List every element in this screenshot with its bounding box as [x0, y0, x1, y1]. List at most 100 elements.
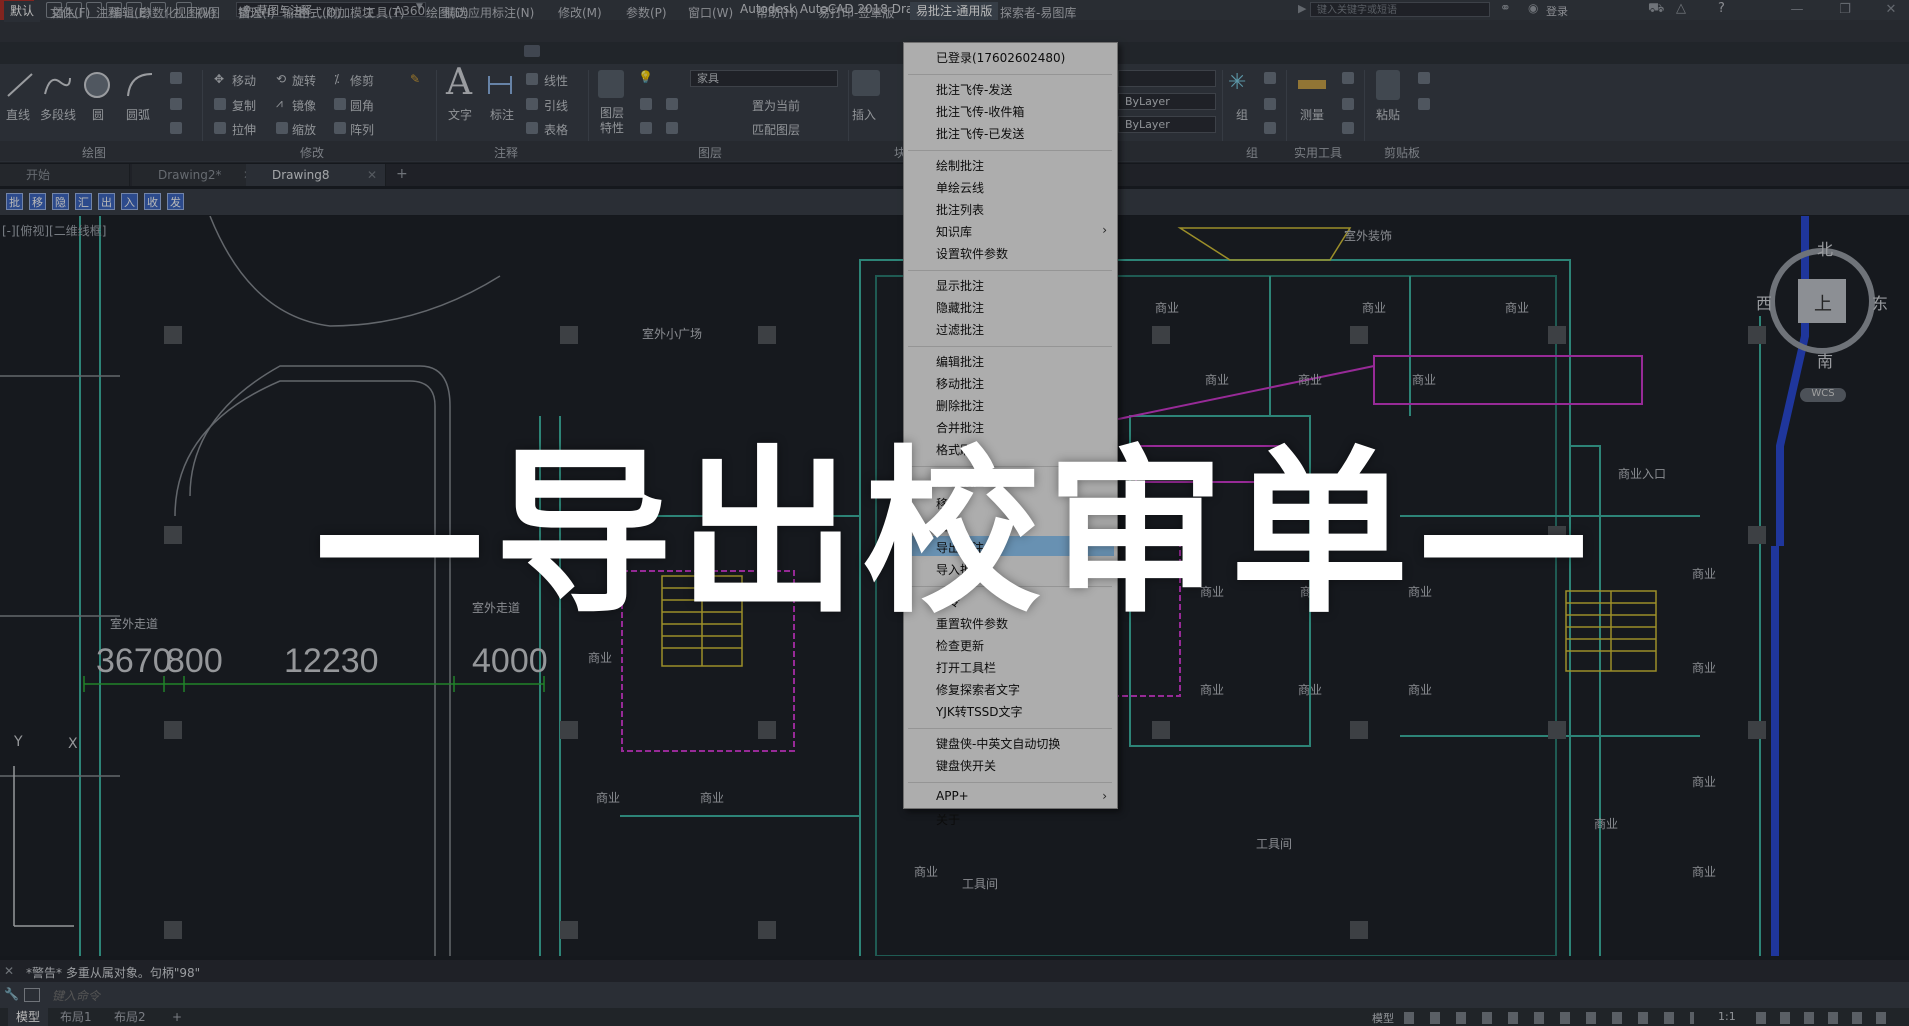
panel-title-layers[interactable]: 图层 — [698, 144, 722, 161]
viewcube-south[interactable]: 南 — [1817, 348, 1833, 372]
menu-item[interactable]: 窗口(W) — [688, 4, 733, 21]
doc-tab-start[interactable]: 开始 — [0, 164, 130, 186]
doc-tab-drawing2[interactable]: Drawing2*✕ — [132, 164, 262, 186]
paste-icon[interactable] — [1376, 70, 1400, 100]
utility-3-icon[interactable] — [1342, 122, 1354, 134]
context-menu-item[interactable]: 批注列表 — [936, 201, 984, 218]
close-icon[interactable]: ✕ — [1876, 0, 1906, 20]
gradient-icon[interactable] — [170, 122, 182, 134]
context-menu-item[interactable]: 单绘云线 — [936, 179, 984, 196]
rect-icon[interactable] — [170, 72, 182, 84]
context-menu-item[interactable]: 键盘侠开关 — [936, 757, 996, 774]
model-space-toggle[interactable]: 模型 — [1372, 1010, 1394, 1026]
panel-title-annotation[interactable]: 注释 — [494, 144, 518, 161]
help-icon[interactable]: ? — [1718, 1, 1725, 16]
layout-tab[interactable]: 模型 — [8, 1008, 49, 1026]
line-tool-icon[interactable] — [6, 70, 34, 100]
command-input[interactable] — [50, 986, 1894, 1006]
login-link[interactable]: 登录 — [1546, 3, 1568, 19]
group-tool-3-icon[interactable] — [1264, 122, 1276, 134]
context-menu-item[interactable]: 编辑批注 — [936, 353, 984, 370]
context-menu-item[interactable]: 设置软件参数 — [936, 245, 1008, 262]
ribbon-tab[interactable]: 管理 — [238, 4, 262, 21]
annotation-tool-button[interactable]: 入 — [121, 193, 138, 210]
context-menu-item[interactable]: YJK转TSSD文字 — [936, 703, 1023, 720]
group-tool-1-icon[interactable] — [1264, 72, 1276, 84]
array-tool[interactable]: 阵列 — [350, 121, 374, 138]
viewport-controls[interactable]: [-][俯视][二维线框] — [2, 222, 106, 239]
help-search-input[interactable]: 键入关键字或短语 — [1310, 2, 1490, 17]
panel-title-groups[interactable]: 组 — [1246, 144, 1258, 161]
linetype-bylayer-select[interactable]: ByLayer — [1118, 93, 1216, 110]
group-tool-2-icon[interactable] — [1264, 98, 1276, 110]
context-menu-item[interactable]: 修复探索者文字 — [936, 681, 1020, 698]
leader-tool[interactable]: 引线 — [544, 97, 568, 114]
context-menu-item[interactable]: 过滤批注 — [936, 321, 984, 338]
annotation-tool-button[interactable]: 隐 — [52, 193, 69, 210]
text-tool-icon[interactable]: A — [446, 62, 472, 103]
fillet-tool[interactable]: 圆角 — [350, 97, 374, 114]
panel-title-modify[interactable]: 修改 — [300, 144, 324, 161]
table-tool[interactable]: 表格 — [544, 121, 568, 138]
status-tools[interactable] — [1756, 1012, 1896, 1024]
arc-tool-icon[interactable] — [124, 70, 154, 100]
utility-2-icon[interactable] — [1342, 98, 1354, 110]
ribbon-tab[interactable]: 默认 — [4, 1, 41, 22]
viewcube-top-face[interactable]: 上 — [1814, 290, 1832, 316]
wrench-icon[interactable]: 🔧 — [4, 987, 19, 1001]
context-menu-item[interactable]: APP+ — [936, 789, 969, 803]
layer-tool-3-icon[interactable] — [640, 122, 652, 134]
context-menu-item[interactable]: 打开工具栏 — [936, 659, 996, 676]
menu-item[interactable]: 标注(N) — [492, 4, 534, 21]
copy-tool[interactable]: 复制 — [232, 97, 256, 114]
layer-tool-4-icon[interactable] — [666, 122, 678, 134]
scale-tool[interactable]: 缩放 — [292, 121, 316, 138]
ribbon-tab[interactable]: 精选应用 — [444, 4, 492, 21]
close-command-icon[interactable]: ✕ — [4, 964, 14, 978]
layer-properties-icon[interactable] — [598, 70, 624, 98]
mirror-tool[interactable]: 镜像 — [292, 97, 316, 114]
ribbon-tab[interactable]: 附加模块 — [326, 4, 374, 21]
context-menu-item[interactable]: 显示批注 — [936, 277, 984, 294]
ribbon-tab[interactable]: 输出 — [282, 4, 306, 21]
ribbon-tab[interactable]: 视图 — [196, 4, 220, 21]
layer-tool-1-icon[interactable] — [640, 98, 652, 110]
ribbon-toggle-icon[interactable] — [524, 45, 540, 57]
annotation-tool-button[interactable]: 移 — [29, 193, 46, 210]
trim-tool[interactable]: 修剪 — [350, 72, 374, 89]
menu-item[interactable]: 修改(M) — [558, 4, 602, 21]
set-current-layer[interactable]: 置为当前 — [752, 97, 800, 114]
panel-title-clipboard[interactable]: 剪贴板 — [1384, 144, 1420, 161]
new-tab-button[interactable]: + — [396, 166, 408, 182]
context-menu-item[interactable]: 隐藏批注 — [936, 299, 984, 316]
add-layout-button[interactable]: + — [172, 1008, 182, 1026]
viewcube-north[interactable]: 北 — [1817, 236, 1833, 260]
insert-block-icon[interactable] — [852, 70, 880, 96]
maximize-icon[interactable]: ❐ — [1830, 0, 1860, 20]
current-layer-select[interactable]: 家具 — [690, 70, 838, 87]
viewcube-west[interactable]: 西 — [1756, 290, 1772, 314]
stretch-tool[interactable]: 拉伸 — [232, 121, 256, 138]
menu-item[interactable]: 易打印-签章版 — [818, 4, 894, 21]
erase-icon[interactable]: ✎ — [410, 72, 420, 86]
menu-item[interactable]: 探索者-易图库 — [1000, 4, 1076, 21]
doc-tab-drawing8[interactable]: Drawing8 ✕ — [246, 164, 386, 186]
close-tab-icon[interactable]: ✕ — [367, 164, 377, 186]
menu-item[interactable]: 帮助(H) — [756, 4, 798, 21]
binoculars-icon[interactable]: ⚭ — [1500, 1, 1511, 16]
context-menu-item[interactable]: 知识库 — [936, 223, 972, 240]
context-menu-item[interactable]: 批注飞传-发送 — [936, 81, 1012, 98]
annotation-tool-button[interactable]: 收 — [144, 193, 161, 210]
annotation-tool-button[interactable]: 批 — [6, 193, 23, 210]
menu-item[interactable]: 参数(P) — [626, 4, 667, 21]
utility-1-icon[interactable] — [1342, 72, 1354, 84]
measure-tool-icon[interactable] — [1296, 72, 1328, 96]
lineweight-bylayer-select[interactable]: ByLayer — [1118, 116, 1216, 133]
cart-icon[interactable]: ⛟ — [1648, 1, 1664, 18]
panel-title-draw[interactable]: 绘图 — [82, 144, 106, 161]
ribbon-tab[interactable]: 插入 — [52, 4, 76, 21]
annotation-tool-button[interactable]: 汇 — [75, 193, 92, 210]
polyline-tool-icon[interactable] — [42, 70, 72, 100]
context-menu-item[interactable]: 关于 — [936, 811, 960, 828]
match-layer[interactable]: 匹配图层 — [752, 121, 800, 138]
